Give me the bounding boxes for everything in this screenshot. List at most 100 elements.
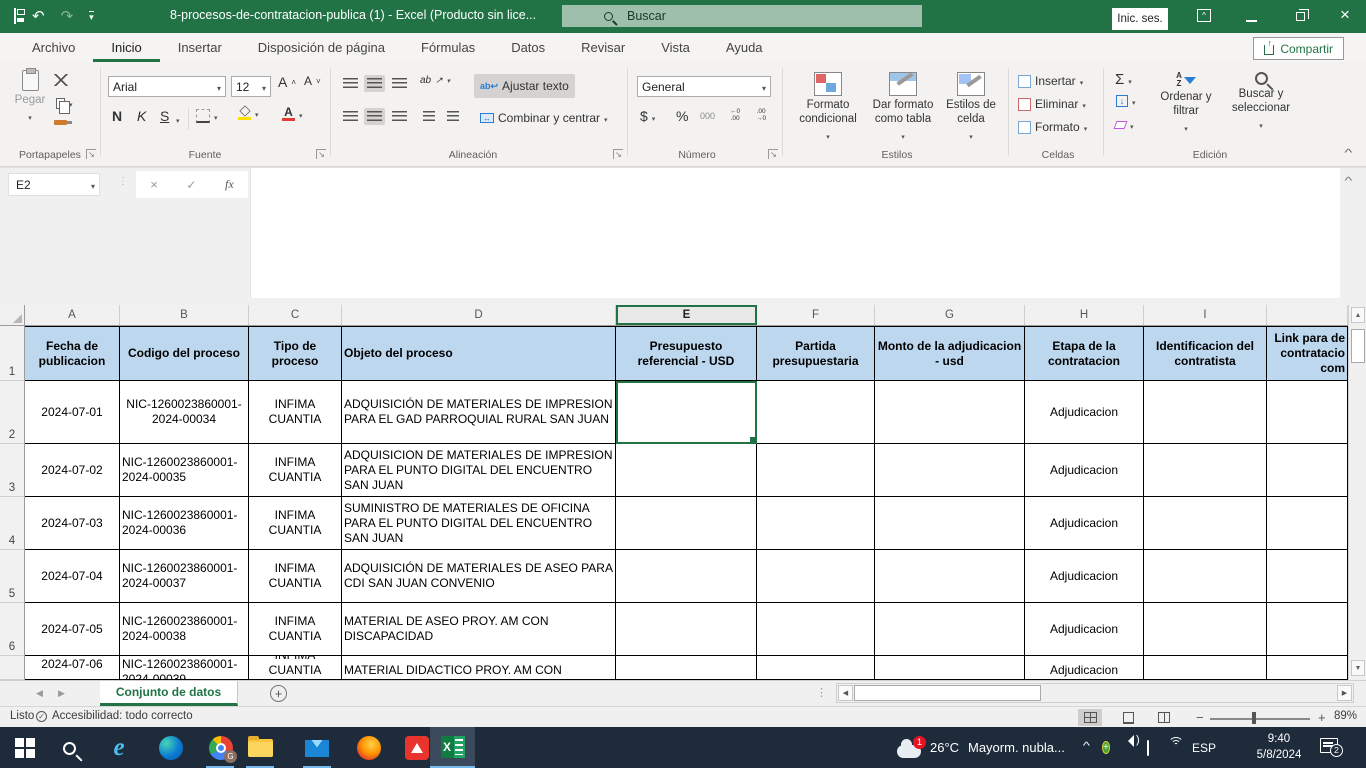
- cell-codigo[interactable]: NIC-1260023860001-2024-00035: [120, 444, 249, 497]
- formula-bar-splitter[interactable]: ⋮: [118, 176, 129, 187]
- row-header-1[interactable]: 1: [0, 326, 25, 381]
- taskbar-search-button[interactable]: [56, 735, 82, 761]
- scroll-down-icon[interactable]: ▼: [1351, 660, 1365, 676]
- collapse-formula-bar-icon[interactable]: ^: [1344, 176, 1352, 187]
- excel-taskbar-button[interactable]: [430, 727, 475, 768]
- col-header-h[interactable]: H: [1025, 305, 1144, 325]
- file-explorer-icon[interactable]: [247, 735, 273, 761]
- delete-cells-button[interactable]: Eliminar: [1018, 97, 1086, 111]
- decrease-decimal-button[interactable]: .00 →0: [756, 108, 766, 122]
- normal-view-button[interactable]: [1078, 709, 1102, 726]
- tab-insertar[interactable]: Insertar: [160, 33, 240, 62]
- decrease-indent-button[interactable]: [420, 108, 438, 125]
- cell-codigo[interactable]: NIC-1260023860001-2024-00038: [120, 603, 249, 656]
- cell[interactable]: [1144, 497, 1267, 550]
- align-top-button[interactable]: [340, 75, 361, 92]
- cell-objeto[interactable]: ADQUISICIÓN DE MATERIALES DE IMPRESION P…: [342, 381, 616, 444]
- header-cell[interactable]: Tipo de proceso: [249, 326, 342, 381]
- tab-inicio[interactable]: Inicio: [93, 33, 159, 62]
- cell[interactable]: [1267, 656, 1348, 680]
- number-format-select[interactable]: General: [637, 76, 771, 97]
- borders-button[interactable]: [196, 109, 218, 123]
- vertical-scrollbar[interactable]: ▲ ▼: [1348, 305, 1366, 680]
- select-all-button[interactable]: [0, 305, 25, 325]
- sort-filter-button[interactable]: AZ Ordenar y filtrar: [1155, 72, 1217, 135]
- clipboard-dialog-launcher-icon[interactable]: ↘: [86, 149, 96, 159]
- col-header-f[interactable]: F: [757, 305, 875, 325]
- notification-center-icon[interactable]: 2: [1320, 738, 1338, 753]
- cell[interactable]: [616, 550, 757, 603]
- ribbon-display-options-icon[interactable]: ^: [1197, 9, 1211, 22]
- col-header-b[interactable]: B: [120, 305, 249, 325]
- formula-input[interactable]: [250, 168, 1340, 298]
- comma-style-button[interactable]: 000: [700, 111, 715, 121]
- zoom-slider-track[interactable]: [1210, 718, 1310, 720]
- cast-icon[interactable]: [1147, 741, 1149, 755]
- zoom-slider-thumb[interactable]: [1252, 712, 1256, 724]
- cell-codigo[interactable]: NIC-1260023860001-2024-00037: [120, 550, 249, 603]
- copy-button[interactable]: [56, 96, 73, 110]
- cell-etapa[interactable]: Adjudicacion: [1025, 550, 1144, 603]
- share-button[interactable]: Compartir: [1253, 37, 1344, 60]
- cell-objeto[interactable]: MATERIAL DE ASEO PROY. AM CON DISCAPACID…: [342, 603, 616, 656]
- paste-dropdown-icon[interactable]: [28, 111, 32, 125]
- cell[interactable]: [1267, 444, 1348, 497]
- cell[interactable]: [875, 381, 1025, 444]
- horizontal-scrollbar[interactable]: ◀ ▶: [836, 683, 1354, 703]
- cell-fecha[interactable]: 2024-07-01: [25, 381, 120, 444]
- redo-icon[interactable]: ↷: [61, 9, 74, 24]
- col-header-i[interactable]: I: [1144, 305, 1267, 325]
- zoom-out-icon[interactable]: −: [1196, 710, 1204, 725]
- cell[interactable]: [757, 497, 875, 550]
- restore-button[interactable]: [1296, 12, 1305, 21]
- row-header-3[interactable]: 3: [0, 444, 25, 497]
- tab-formulas[interactable]: Fórmulas: [403, 33, 493, 62]
- page-layout-view-button[interactable]: [1116, 709, 1140, 726]
- autosum-button[interactable]: Σ: [1115, 72, 1132, 87]
- header-cell[interactable]: Link para de contratacio com: [1267, 326, 1348, 381]
- shrink-font-button[interactable]: A˅: [304, 74, 321, 88]
- enter-icon[interactable]: ✓: [186, 178, 196, 192]
- sheet-tab-conjunto-de-datos[interactable]: Conjunto de datos: [100, 681, 238, 706]
- cell[interactable]: [1144, 603, 1267, 656]
- cell-etapa[interactable]: Adjudicacion: [1025, 381, 1144, 444]
- internet-explorer-icon[interactable]: e: [106, 735, 132, 761]
- header-cell[interactable]: Codigo del proceso: [120, 326, 249, 381]
- scroll-right-icon[interactable]: ▶: [1337, 685, 1352, 701]
- cell-tipo[interactable]: INFIMA CUANTIA: [249, 381, 342, 444]
- col-header-e[interactable]: E: [616, 305, 757, 325]
- sheet-nav-right-icon[interactable]: ▶: [58, 688, 65, 699]
- cell[interactable]: [1267, 550, 1348, 603]
- cell[interactable]: [1144, 381, 1267, 444]
- conditional-formatting-button[interactable]: Formato condicional: [792, 72, 864, 143]
- row-header-6[interactable]: 6: [0, 603, 25, 656]
- cell[interactable]: [757, 603, 875, 656]
- number-dialog-launcher-icon[interactable]: ↘: [768, 149, 778, 159]
- tab-scroll-splitter[interactable]: ⋮: [816, 686, 827, 699]
- scroll-up-icon[interactable]: ▲: [1351, 307, 1365, 323]
- undo-icon[interactable]: ↶: [32, 9, 45, 24]
- search-box[interactable]: Buscar: [562, 5, 922, 27]
- chrome-icon[interactable]: G: [208, 735, 234, 761]
- cell[interactable]: [616, 444, 757, 497]
- cell-objeto[interactable]: MATERIAL DIDACTICO PROY. AM CON: [342, 656, 616, 680]
- weather-description[interactable]: Mayorm. nubla...: [968, 740, 1065, 755]
- percent-button[interactable]: %: [676, 108, 688, 124]
- increase-decimal-button[interactable]: ←0 .00: [730, 108, 740, 122]
- edge-icon[interactable]: [158, 735, 184, 761]
- cell[interactable]: [875, 603, 1025, 656]
- underline-dropdown-icon[interactable]: [176, 112, 180, 126]
- zoom-in-icon[interactable]: +: [1318, 710, 1326, 725]
- save-icon[interactable]: [14, 9, 16, 23]
- cell-codigo[interactable]: NIC-1260023860001-2024-00039: [120, 656, 249, 680]
- paste-button[interactable]: Pegar: [10, 70, 50, 125]
- bold-button[interactable]: N: [112, 108, 122, 124]
- cell-tipo[interactable]: INFIMA CUANTIA: [249, 603, 342, 656]
- cell-codigo[interactable]: NIC-1260023860001-2024-00036: [120, 497, 249, 550]
- cell[interactable]: [875, 444, 1025, 497]
- tab-vista[interactable]: Vista: [643, 33, 708, 62]
- align-center-button[interactable]: [364, 108, 385, 125]
- cell-tipo[interactable]: INFIMA CUANTIA: [249, 444, 342, 497]
- cell[interactable]: [757, 656, 875, 680]
- tab-archivo[interactable]: Archivo: [14, 33, 93, 62]
